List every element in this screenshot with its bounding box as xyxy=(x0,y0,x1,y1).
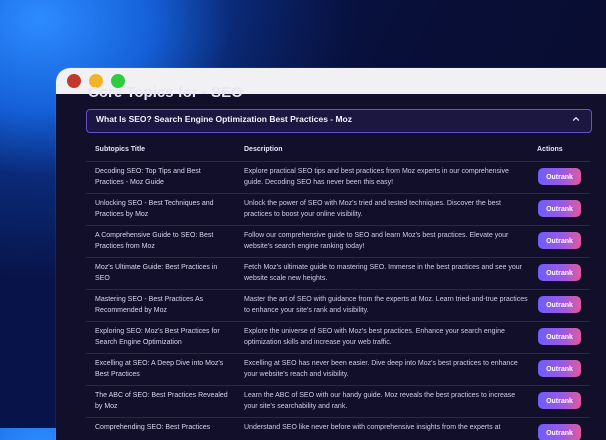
row-description: Unlock the power of SEO with Moz's tried… xyxy=(244,200,501,218)
row-title: Unlocking SEO - Best Techniques and Prac… xyxy=(95,200,214,218)
section-title: Core Topics for - SEO xyxy=(88,84,243,101)
outrank-button[interactable]: Outrank xyxy=(538,360,581,377)
outrank-button[interactable]: Outrank xyxy=(538,392,581,409)
row-description: Fetch Moz's ultimate guide to mastering … xyxy=(244,264,522,282)
table-row: Unlocking SEO - Best Techniques and Prac… xyxy=(86,194,590,226)
row-description: Learn the ABC of SEO with our handy guid… xyxy=(244,392,516,410)
header-actions: Actions xyxy=(537,146,563,153)
outrank-button[interactable]: Outrank xyxy=(538,200,581,217)
outrank-button[interactable]: Outrank xyxy=(538,168,581,185)
outrank-button[interactable]: Outrank xyxy=(538,328,581,345)
row-description: Follow our comprehensive guide to SEO an… xyxy=(244,232,509,250)
page-content: Core Topics for - SEO What Is SEO? Searc… xyxy=(56,84,606,440)
chevron-up-icon[interactable] xyxy=(571,114,581,124)
outrank-button[interactable]: Outrank xyxy=(538,296,581,313)
subtopics-table: Subtopics Title Description Actions Deco… xyxy=(86,138,590,440)
row-description: Explore the universe of SEO with Moz's b… xyxy=(244,328,505,346)
table-row: Moz's Ultimate Guide: Best Practices in … xyxy=(86,258,590,290)
table-row: Mastering SEO - Best Practices As Recomm… xyxy=(86,290,590,322)
table-row: The ABC of SEO: Best Practices Revealed … xyxy=(86,386,590,418)
header-description: Description xyxy=(244,146,283,153)
row-title: Decoding SEO: Top Tips and Best Practice… xyxy=(95,168,201,186)
accordion-title: What Is SEO? Search Engine Optimization … xyxy=(96,114,352,124)
row-description: Master the art of SEO with guidance from… xyxy=(244,296,528,314)
table-row: Comprehending SEO: Best Practices Unders… xyxy=(86,418,590,440)
row-title: Excelling at SEO: A Deep Dive into Moz's… xyxy=(95,360,224,378)
header-subtopics-title: Subtopics Title xyxy=(95,146,146,153)
close-window-button[interactable] xyxy=(67,74,81,88)
topic-accordion-header[interactable]: What Is SEO? Search Engine Optimization … xyxy=(86,109,592,133)
row-title: Moz's Ultimate Guide: Best Practices in … xyxy=(95,264,218,282)
row-title: The ABC of SEO: Best Practices Revealed … xyxy=(95,392,228,410)
row-title: Mastering SEO - Best Practices As Recomm… xyxy=(95,296,204,314)
table-row: Exploring SEO: Moz's Best Practices for … xyxy=(86,322,590,354)
outrank-button[interactable]: Outrank xyxy=(538,232,581,249)
table-row: Decoding SEO: Top Tips and Best Practice… xyxy=(86,162,590,194)
outrank-button[interactable]: Outrank xyxy=(538,264,581,281)
browser-window: Core Topics for - SEO What Is SEO? Searc… xyxy=(56,68,606,440)
table-row: Excelling at SEO: A Deep Dive into Moz's… xyxy=(86,354,590,386)
row-description: Explore practical SEO tips and best prac… xyxy=(244,168,509,186)
row-description: Excelling at SEO has never been easier. … xyxy=(244,360,518,378)
table-header: Subtopics Title Description Actions xyxy=(86,138,590,162)
row-title: A Comprehensive Guide to SEO: Best Pract… xyxy=(95,232,214,250)
table-row: A Comprehensive Guide to SEO: Best Pract… xyxy=(86,226,590,258)
outrank-button[interactable]: Outrank xyxy=(538,424,581,440)
row-title: Exploring SEO: Moz's Best Practices for … xyxy=(95,328,220,346)
